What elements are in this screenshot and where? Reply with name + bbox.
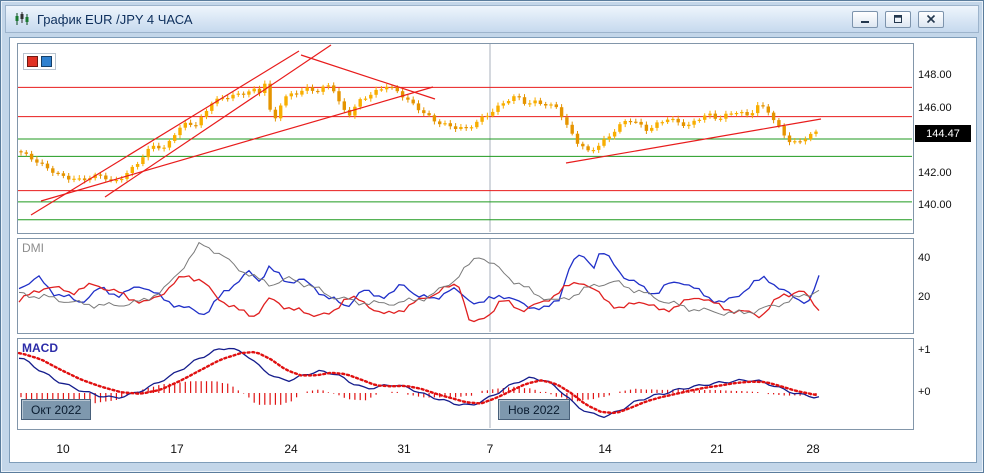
window-title: График EUR /JPY 4 ЧАСА <box>37 12 193 27</box>
red-series-swatch[interactable] <box>27 56 38 67</box>
series-toolbar <box>23 53 56 70</box>
macd-panel-label: MACD <box>22 341 58 355</box>
app-chart-icon <box>14 12 30 26</box>
close-button[interactable] <box>918 11 944 28</box>
blue-series-swatch[interactable] <box>41 56 52 67</box>
minimize-button[interactable] <box>852 11 878 28</box>
restore-icon <box>893 14 903 24</box>
chart-window: График EUR /JPY 4 ЧАСА DMI MACD 144.47 О… <box>0 0 984 473</box>
titlebar[interactable]: График EUR /JPY 4 ЧАСА <box>5 5 979 33</box>
last-price-tag: 144.47 <box>915 125 971 142</box>
chart-canvas[interactable] <box>1 1 984 473</box>
month-label-nov: Нов 2022 <box>498 399 570 420</box>
window-controls <box>852 11 970 28</box>
restore-button[interactable] <box>885 11 911 28</box>
dmi-panel-label: DMI <box>22 241 44 255</box>
month-label-oct: Окт 2022 <box>21 399 91 420</box>
close-icon <box>926 14 936 24</box>
minimize-icon <box>860 14 870 24</box>
